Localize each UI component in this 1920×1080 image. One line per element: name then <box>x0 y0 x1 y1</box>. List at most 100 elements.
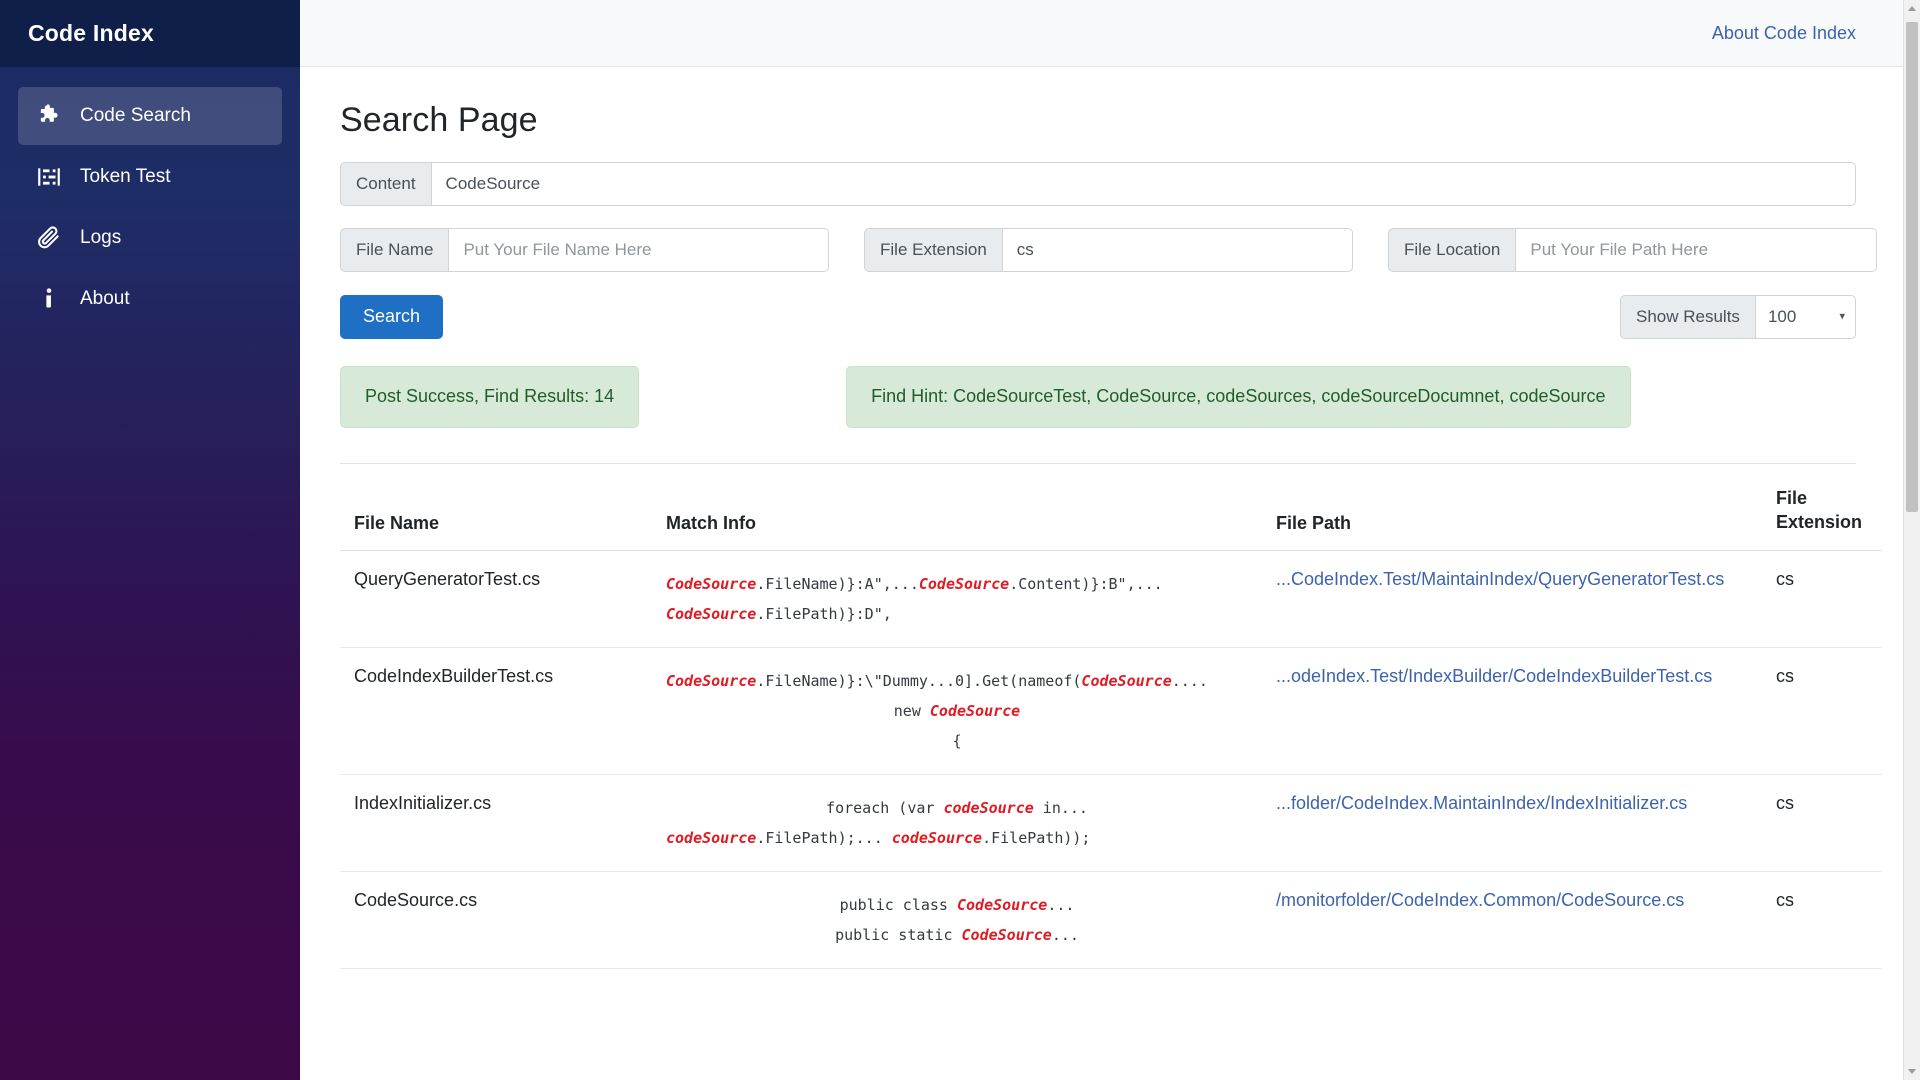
find-hint-alert: Find Hint: CodeSourceTest, CodeSource, c… <box>846 366 1631 428</box>
match-info-line: public static CodeSource... <box>666 920 1248 950</box>
sidebar-nav: Code Search Token Test Logs About <box>0 67 300 328</box>
app-root: Code Index Code Search Token Test Logs A… <box>0 0 1920 1080</box>
match-info-block: public class CodeSource... public static … <box>666 890 1248 950</box>
match-highlight: CodeSource <box>961 926 1052 945</box>
cell-match-info: CodeSource.FileName)}:\"Dummy...0].Get(n… <box>652 647 1262 776</box>
search-button[interactable]: Search <box>340 295 444 339</box>
match-info-block: CodeSource.FileName)}:A",...CodeSource.C… <box>666 569 1248 629</box>
info-icon <box>34 284 64 314</box>
file-name-group: File Name <box>340 228 829 272</box>
cell-match-info: public class CodeSource... public static … <box>652 871 1262 970</box>
table-row: IndexInitializer.cs foreach (var codeSour… <box>340 774 1882 873</box>
sidebar-item-code-search[interactable]: Code Search <box>18 87 282 145</box>
about-code-index-link[interactable]: About Code Index <box>1712 23 1856 44</box>
match-highlight: codeSource <box>943 799 1034 818</box>
vertical-scrollbar[interactable] <box>1903 0 1920 1080</box>
scroll-up-arrow-icon[interactable] <box>1904 0 1920 17</box>
match-highlight: CodeSource <box>666 672 757 691</box>
match-text: ... <box>1047 896 1075 915</box>
sidebar-item-label: Token Test <box>80 166 171 187</box>
match-highlight: CodeSource <box>1081 672 1172 691</box>
match-info-line: new CodeSource <box>666 696 1248 726</box>
scroll-down-arrow-icon[interactable] <box>1904 1063 1920 1080</box>
match-text: ... <box>1051 926 1079 945</box>
match-text: .FilePath);... <box>756 829 892 848</box>
file-path-link[interactable]: ...odeIndex.Test/IndexBuilder/CodeIndexB… <box>1276 666 1712 686</box>
cell-match-info: foreach (var codeSource in... codeSource.… <box>652 774 1262 873</box>
match-highlight: CodeSource <box>929 702 1021 721</box>
main-content: About Code Index Search Page Content Fil… <box>300 0 1920 1080</box>
cell-file-path: ...odeIndex.Test/IndexBuilder/CodeIndexB… <box>1262 647 1762 776</box>
match-text: .FileName)}:\"Dummy...0].Get(nameof( <box>756 672 1082 691</box>
show-results-label: Show Results <box>1620 295 1755 339</box>
file-extension-label: File Extension <box>864 228 1002 272</box>
content-label: Content <box>340 162 431 206</box>
content-search-input[interactable] <box>430 162 1856 206</box>
cell-file-name: QueryGeneratorTest.cs <box>340 550 652 649</box>
file-extension-input[interactable] <box>1001 228 1353 272</box>
column-header-file-path: File Path <box>1262 463 1762 552</box>
match-text: foreach (var <box>826 799 944 818</box>
sidebar-item-label: Logs <box>80 227 122 248</box>
show-results-select[interactable]: 100 ▾ <box>1754 295 1856 339</box>
column-header-file-extension-line2: Extension <box>1776 511 1863 532</box>
match-info-line: public class CodeSource... <box>666 890 1248 920</box>
token-icon <box>34 162 64 192</box>
sidebar-item-token-test[interactable]: Token Test <box>18 148 282 206</box>
scrollbar-thumb[interactable] <box>1906 22 1918 512</box>
match-highlight: CodeSource <box>666 575 757 594</box>
table-row: QueryGeneratorTest.cs CodeSource.FileName… <box>340 550 1882 649</box>
cell-file-extension: cs <box>1762 774 1882 873</box>
puzzle-icon <box>34 101 64 131</box>
match-text: new <box>893 702 930 721</box>
match-text: public static <box>835 926 962 945</box>
results-table-container: File Name Match Info File Path File Exte… <box>340 462 1882 970</box>
match-highlight: CodeSource <box>918 575 1010 594</box>
match-text: public class <box>839 896 957 915</box>
match-info-line: codeSource.FilePath);... codeSource.File… <box>666 823 1248 853</box>
column-header-file-name: File Name <box>340 463 652 552</box>
match-highlight: codeSource <box>666 829 757 848</box>
filter-row: File Name File Extension File Location <box>340 228 1877 272</box>
show-results-group: Show Results 100 ▾ <box>1620 295 1856 339</box>
file-name-input[interactable] <box>448 228 829 272</box>
paperclip-icon <box>34 223 64 253</box>
sidebar-item-label: Code Search <box>80 105 191 126</box>
file-location-input[interactable] <box>1515 228 1877 272</box>
match-highlight: CodeSource <box>957 896 1048 915</box>
cell-file-name: CodeSource.cs <box>340 871 652 970</box>
match-highlight: codeSource <box>891 829 983 848</box>
match-text: { <box>952 732 962 751</box>
cell-file-path: ...folder/CodeIndex.MaintainIndex/IndexI… <box>1262 774 1762 873</box>
match-text: .FilePath)}:D", <box>756 605 892 624</box>
sidebar-item-about[interactable]: About <box>18 270 282 328</box>
cell-file-name: CodeIndexBuilderTest.cs <box>340 647 652 776</box>
app-title: Code Index <box>28 20 154 46</box>
cell-file-name: IndexInitializer.cs <box>340 774 652 873</box>
column-header-file-extension: File Extension <box>1762 463 1882 552</box>
chevron-down-icon: ▾ <box>1839 310 1845 323</box>
sidebar-header: Code Index <box>0 0 300 67</box>
table-row: CodeSource.cs public class CodeSource... p… <box>340 871 1882 970</box>
show-results-value: 100 <box>1767 307 1797 326</box>
column-header-match-info: Match Info <box>652 463 1262 552</box>
sidebar-item-logs[interactable]: Logs <box>18 209 282 267</box>
cell-file-extension: cs <box>1762 647 1882 776</box>
cell-file-extension: cs <box>1762 871 1882 970</box>
file-location-label: File Location <box>1388 228 1516 272</box>
sidebar: Code Index Code Search Token Test Logs A… <box>0 0 300 1080</box>
match-text: .... <box>1171 672 1208 691</box>
match-info-block: foreach (var codeSource in... codeSource.… <box>666 793 1248 853</box>
match-info-line: { <box>666 726 1248 756</box>
file-path-link[interactable]: ...folder/CodeIndex.MaintainIndex/IndexI… <box>1276 793 1687 813</box>
sidebar-item-label: About <box>80 288 130 309</box>
match-text: .FilePath)); <box>982 829 1091 848</box>
file-path-link[interactable]: /monitorfolder/CodeIndex.Common/CodeSour… <box>1276 890 1684 910</box>
cell-file-path: ...CodeIndex.Test/MaintainIndex/QueryGen… <box>1262 550 1762 649</box>
post-success-alert: Post Success, Find Results: 14 <box>340 366 640 428</box>
page-title: Search Page <box>340 101 538 139</box>
top-bar: About Code Index <box>300 0 1920 67</box>
file-path-link[interactable]: ...CodeIndex.Test/MaintainIndex/QueryGen… <box>1276 569 1724 589</box>
match-info-block: CodeSource.FileName)}:\"Dummy...0].Get(n… <box>666 666 1248 756</box>
results-table-head: File Name Match Info File Path File Exte… <box>340 463 1882 552</box>
